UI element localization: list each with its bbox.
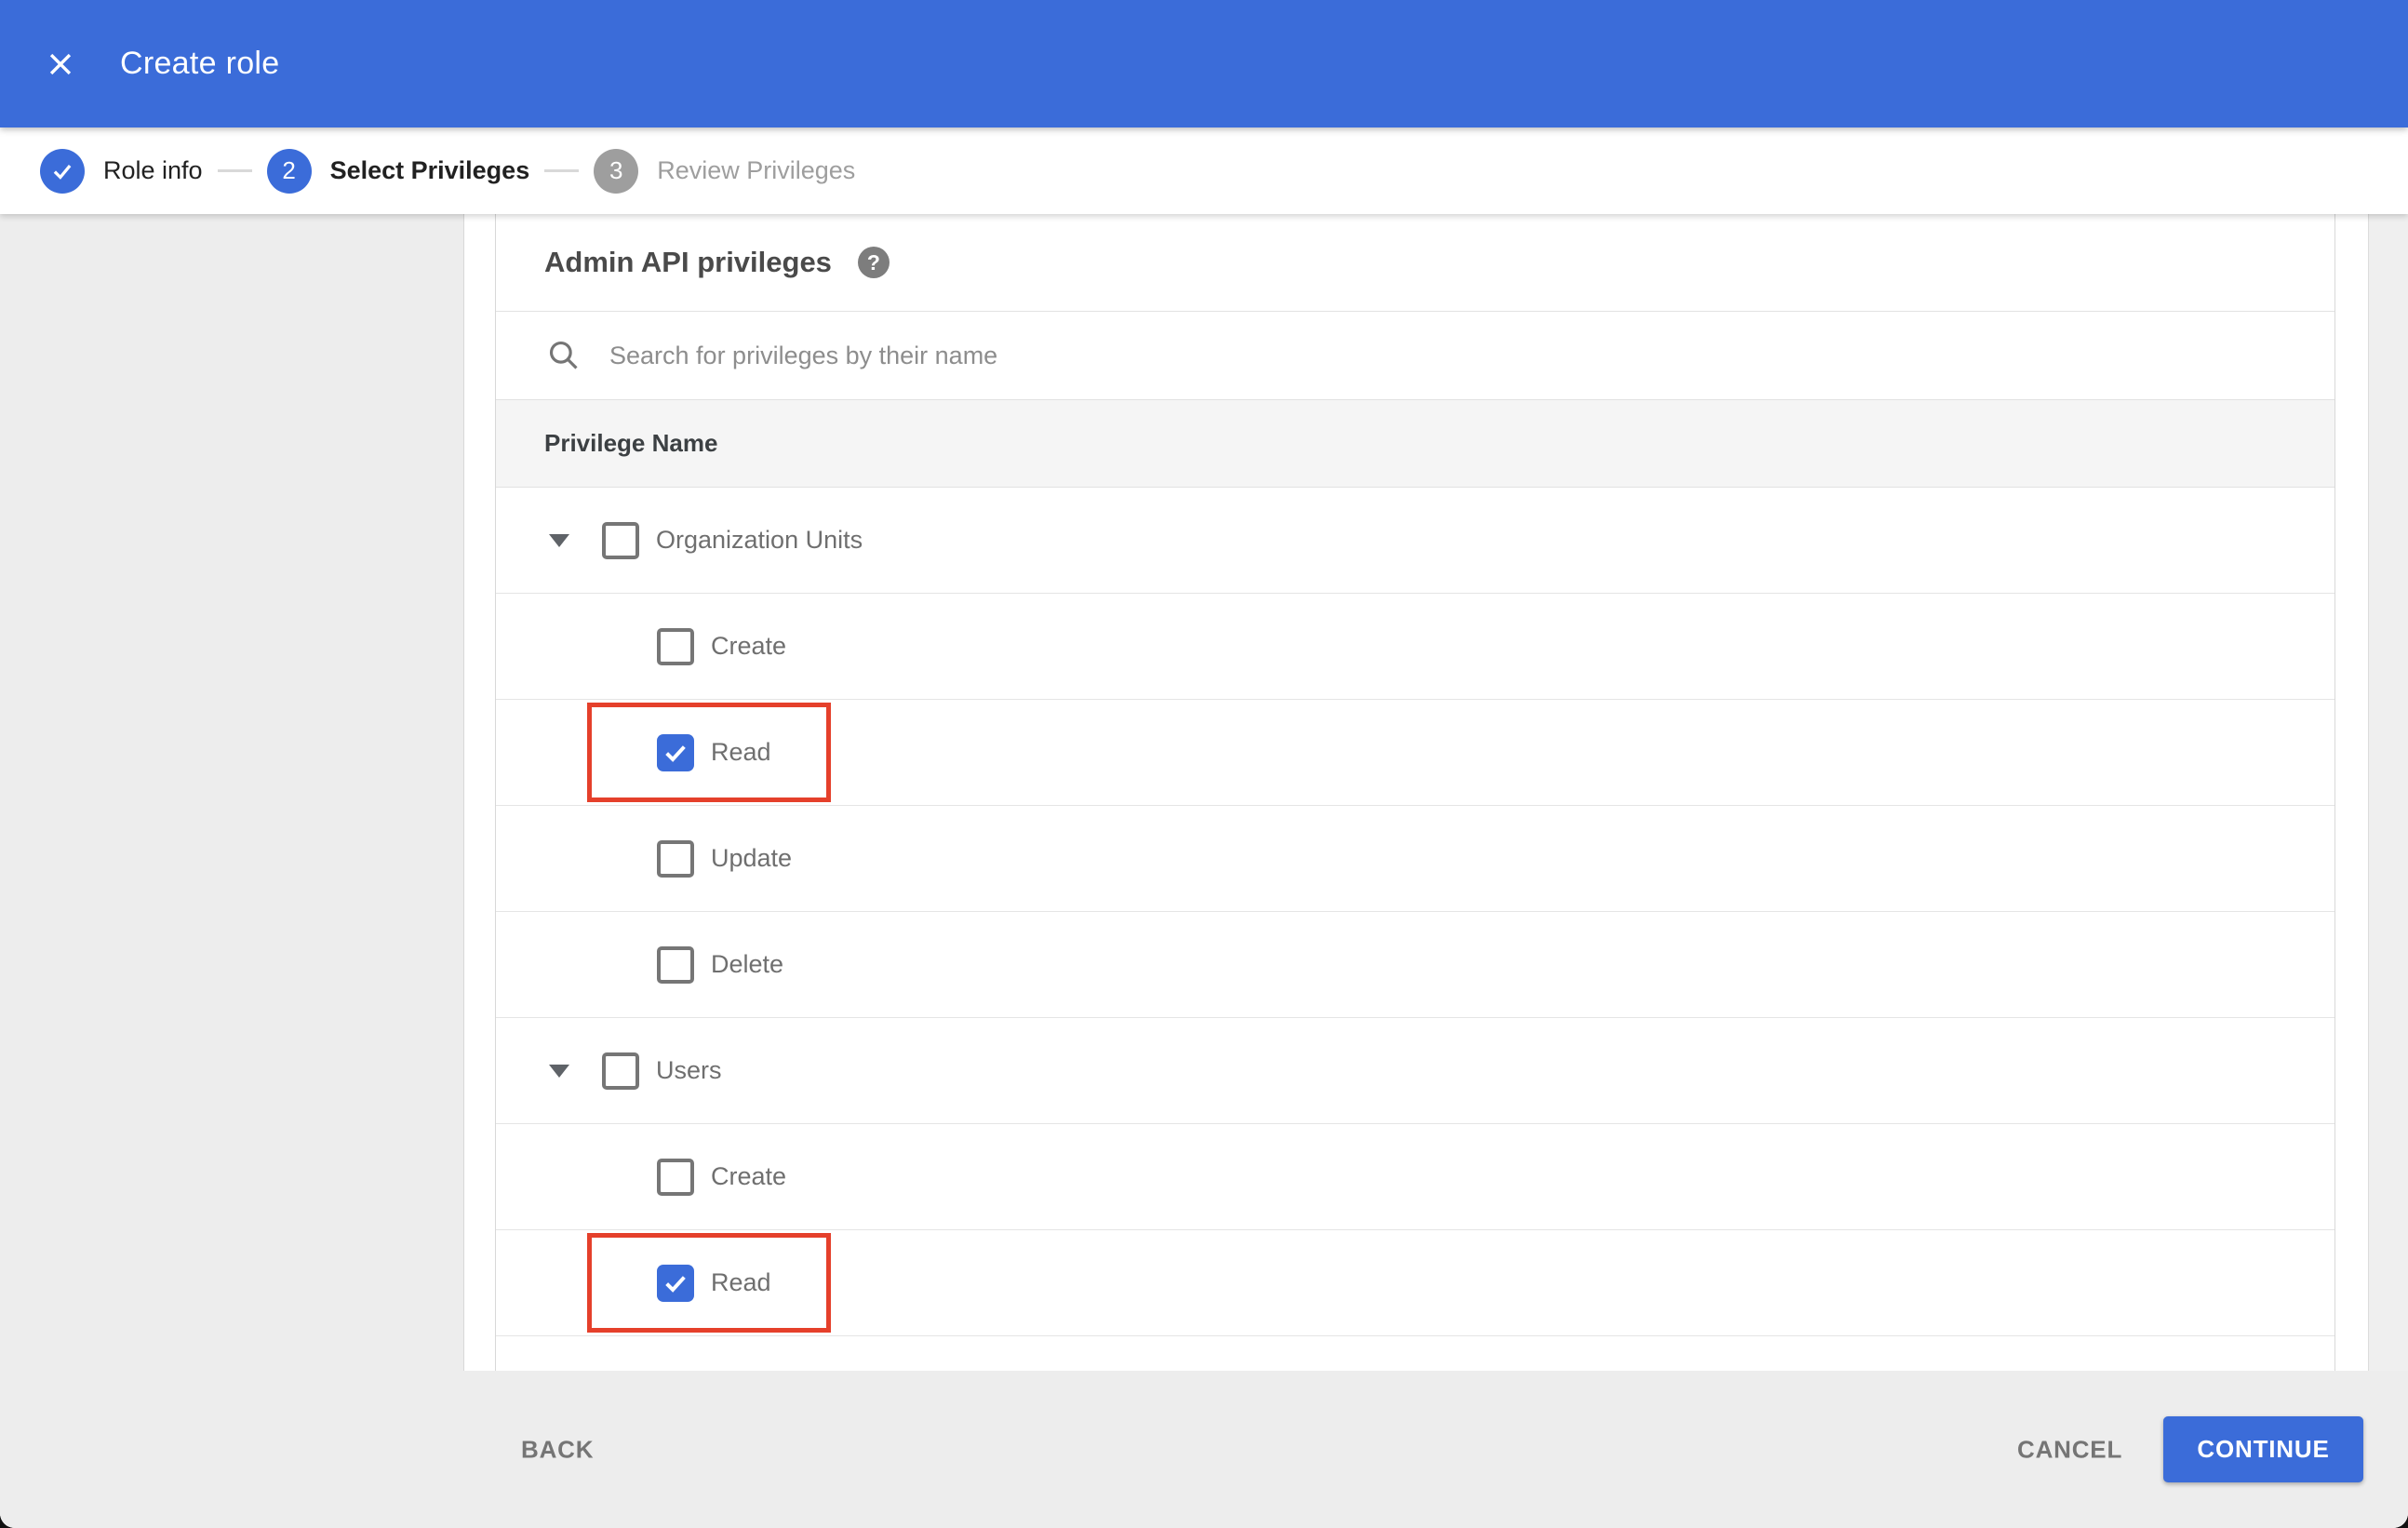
privilege-row-read: Read [496,1230,2334,1336]
left-empty-pane [0,214,464,1371]
privilege-search-row [496,312,2334,400]
privilege-checkbox[interactable] [657,839,694,878]
create-role-dialog: Create role Role info 2 Select Privilege… [0,0,2408,1528]
privilege-checkbox[interactable] [602,1052,639,1090]
privileges-card: Admin API privileges ? Privilege Name [495,214,2335,1371]
step-complete-check-icon [40,148,85,194]
close-icon[interactable] [44,47,77,81]
privilege-row-users: Users [496,1018,2334,1124]
wizard-stepper: Role info 2 Select Privileges 3 Review P… [0,127,2408,214]
privilege-checkbox[interactable] [657,1264,694,1302]
privilege-row-update: Update [496,806,2334,912]
step-select-privileges: 2 Select Privileges [266,148,530,194]
dialog-footer: BACK CANCEL CONTINUE [0,1371,2408,1528]
privilege-search-input[interactable] [609,341,2334,370]
privilege-row-delete: Delete [496,912,2334,1018]
highlight-box [587,703,831,802]
privilege-checkbox[interactable] [657,945,694,984]
step-connector [217,169,252,172]
privilege-row-create: Create [496,1124,2334,1230]
privilege-checkbox[interactable] [657,733,694,771]
privilege-label: Update [711,844,793,872]
card-title: Admin API privileges [544,246,832,278]
step-number-badge: 3 [594,148,639,194]
step-label: Select Privileges [329,156,530,184]
privilege-row-create: Create [496,594,2334,700]
privilege-checkbox[interactable] [602,521,639,559]
highlight-box [587,1233,831,1333]
back-button[interactable]: BACK [521,1435,594,1464]
privilege-label: Read [711,1268,771,1296]
privilege-checkbox[interactable] [657,1158,694,1196]
page-title: Create role [120,46,280,81]
vertical-scrollbar[interactable] [2368,214,2408,1371]
privilege-label: Users [656,1056,722,1084]
collapse-arrow-icon[interactable] [549,1064,569,1078]
privilege-label: Create [711,632,787,660]
privilege-label: Delete [711,950,784,978]
privilege-label: Read [711,738,771,766]
privilege-checkbox[interactable] [657,627,694,665]
dialog-titlebar: Create role [0,0,2408,127]
privilege-row-organization-units: Organization Units [496,488,2334,594]
step-label: Role info [103,156,203,184]
cancel-button[interactable]: CANCEL [2017,1435,2122,1464]
help-icon[interactable]: ? [857,247,890,278]
search-icon [546,338,582,373]
step-number-badge: 2 [266,148,312,194]
dialog-content: Admin API privileges ? Privilege Name [0,214,2408,1528]
privilege-label: Create [711,1162,787,1190]
step-review-privileges: 3 Review Privileges [594,148,856,194]
step-connector [544,169,580,172]
step-role-info: Role info [40,148,203,194]
collapse-arrow-icon[interactable] [549,533,569,547]
table-column-header: Privilege Name [496,400,2334,488]
privilege-row-read: Read [496,700,2334,806]
step-label: Review Privileges [657,156,856,184]
card-header: Admin API privileges ? [496,214,2334,312]
privilege-label: Organization Units [656,526,863,554]
continue-button[interactable]: CONTINUE [2163,1416,2363,1482]
